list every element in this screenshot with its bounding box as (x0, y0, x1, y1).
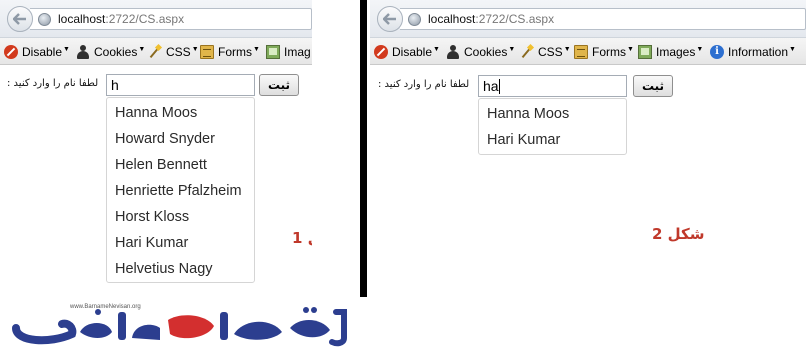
globe-icon (408, 13, 421, 26)
autocomplete-option[interactable]: Hanna Moos (107, 100, 254, 126)
url-path: :2722/CS.aspx (105, 12, 185, 26)
figure-caption: شکل 2 (652, 225, 705, 243)
images-icon (638, 45, 652, 59)
browser-window-figure-2: localhost:2722/CS.aspx Disable ▼ Cookies ▼… (370, 0, 806, 300)
info-icon: i (710, 45, 724, 59)
css-menu[interactable]: CSS ▼ (520, 44, 571, 60)
submit-button[interactable]: ثبت (633, 75, 673, 97)
submit-button[interactable]: ثبت (259, 74, 299, 96)
dropdown-arrow-icon: ▼ (789, 45, 796, 53)
autocomplete-option[interactable]: Henriette Pfalzheim (107, 178, 254, 204)
address-bar[interactable]: localhost:2722/CS.aspx (400, 8, 806, 30)
dropdown-arrow-icon: ▼ (433, 45, 440, 53)
back-arrow-icon (13, 13, 26, 25)
globe-icon (38, 13, 51, 26)
autocomplete-option[interactable]: Horst Kloss (107, 204, 254, 230)
autocomplete-option[interactable]: Hari Kumar (479, 127, 626, 153)
browser-window-figure-1: localhost:2722/CS.aspx Disable ▼ Cookies ▼… (0, 0, 312, 300)
cookies-icon (76, 45, 90, 59)
cookies-menu[interactable]: Cookies ▼ (446, 44, 515, 60)
url-path: :2722/CS.aspx (475, 12, 555, 26)
name-input[interactable]: ha (478, 75, 627, 97)
name-input[interactable]: h (106, 74, 255, 96)
cookies-label: Cookies (464, 45, 508, 59)
autocomplete-option[interactable]: Hari Kumar (107, 230, 254, 256)
images-label-truncated: Imag (284, 45, 311, 59)
name-input-value: ha (483, 78, 499, 94)
cookies-icon (446, 45, 460, 59)
site-logo: www.BarnameNevisan.org (10, 298, 366, 347)
disable-icon (374, 45, 388, 59)
css-menu[interactable]: CSS ▼ (148, 44, 199, 60)
css-icon (520, 45, 534, 59)
disable-menu[interactable]: Disable ▼ (4, 44, 70, 60)
navigation-bar: localhost:2722/CS.aspx (370, 0, 806, 38)
name-input-value: h (111, 77, 119, 93)
forms-menu[interactable]: Forms ▼ (574, 44, 634, 60)
autocomplete-option[interactable]: Helen Bennett (107, 152, 254, 178)
autocomplete-list: Hanna Moos Hari Kumar (478, 98, 627, 155)
autocomplete-option[interactable]: Hanna Moos (479, 101, 626, 127)
address-text: localhost:2722/CS.aspx (58, 12, 184, 26)
web-developer-toolbar: Disable ▼ Cookies ▼ CSS ▼ Forms ▼ Images ▼ iI… (370, 38, 806, 65)
disable-icon (4, 45, 18, 59)
information-label: Information (728, 45, 789, 59)
dropdown-arrow-icon: ▼ (563, 45, 571, 53)
address-bar[interactable]: localhost:2722/CS.aspx (30, 8, 312, 30)
web-developer-toolbar: Disable ▼ Cookies ▼ CSS ▼ Forms ▼ Imag (0, 38, 312, 65)
logo-site-url: www.BarnameNevisan.org (69, 304, 141, 310)
back-button[interactable] (7, 6, 33, 32)
figure-caption: شکل 1 (292, 229, 312, 247)
cookies-menu[interactable]: Cookies ▼ (76, 44, 145, 60)
autocomplete-option[interactable]: Howard Snyder (107, 126, 254, 152)
dropdown-arrow-icon: ▼ (63, 45, 70, 53)
images-label: Images (656, 45, 696, 59)
disable-menu[interactable]: Disable ▼ (374, 44, 440, 60)
navigation-bar: localhost:2722/CS.aspx (0, 0, 312, 38)
images-icon (266, 45, 280, 59)
name-prompt-label: لطفا نام را وارد کنید : (378, 79, 470, 90)
disable-label: Disable (22, 45, 63, 59)
barnamenevisan-logo: www.BarnameNevisan.org (12, 304, 347, 347)
forms-label: Forms (218, 45, 252, 59)
dropdown-arrow-icon: ▼ (138, 45, 146, 53)
dropdown-arrow-icon: ▼ (627, 45, 634, 53)
forms-icon (200, 45, 214, 59)
css-icon (148, 45, 162, 59)
images-menu[interactable]: Imag (266, 44, 311, 60)
panel-divider (360, 0, 367, 297)
dropdown-arrow-icon: ▼ (508, 45, 516, 53)
text-caret (498, 79, 500, 94)
forms-label: Forms (592, 45, 626, 59)
forms-icon (574, 45, 588, 59)
autocomplete-option[interactable]: Helvetius Nagy (107, 256, 254, 282)
information-menu[interactable]: i Information ▼ (710, 44, 796, 60)
url-host: localhost (58, 12, 106, 26)
images-menu[interactable]: Images ▼ (638, 44, 703, 60)
back-arrow-icon (383, 13, 396, 25)
back-button[interactable] (377, 6, 403, 32)
address-text: localhost:2722/CS.aspx (428, 12, 554, 26)
autocomplete-list: Hanna Moos Howard Snyder Helen Bennett Henr… (106, 97, 255, 283)
dropdown-arrow-icon: ▼ (191, 45, 199, 53)
css-label: CSS (538, 45, 563, 59)
css-label: CSS (166, 45, 191, 59)
disable-label: Disable (392, 45, 433, 59)
forms-menu[interactable]: Forms ▼ (200, 44, 260, 60)
dropdown-arrow-icon: ▼ (696, 45, 704, 53)
url-host: localhost (428, 12, 476, 26)
name-prompt-label: لطفا نام را وارد کنید : (7, 78, 99, 89)
cookies-label: Cookies (94, 45, 138, 59)
dropdown-arrow-icon: ▼ (253, 45, 260, 53)
